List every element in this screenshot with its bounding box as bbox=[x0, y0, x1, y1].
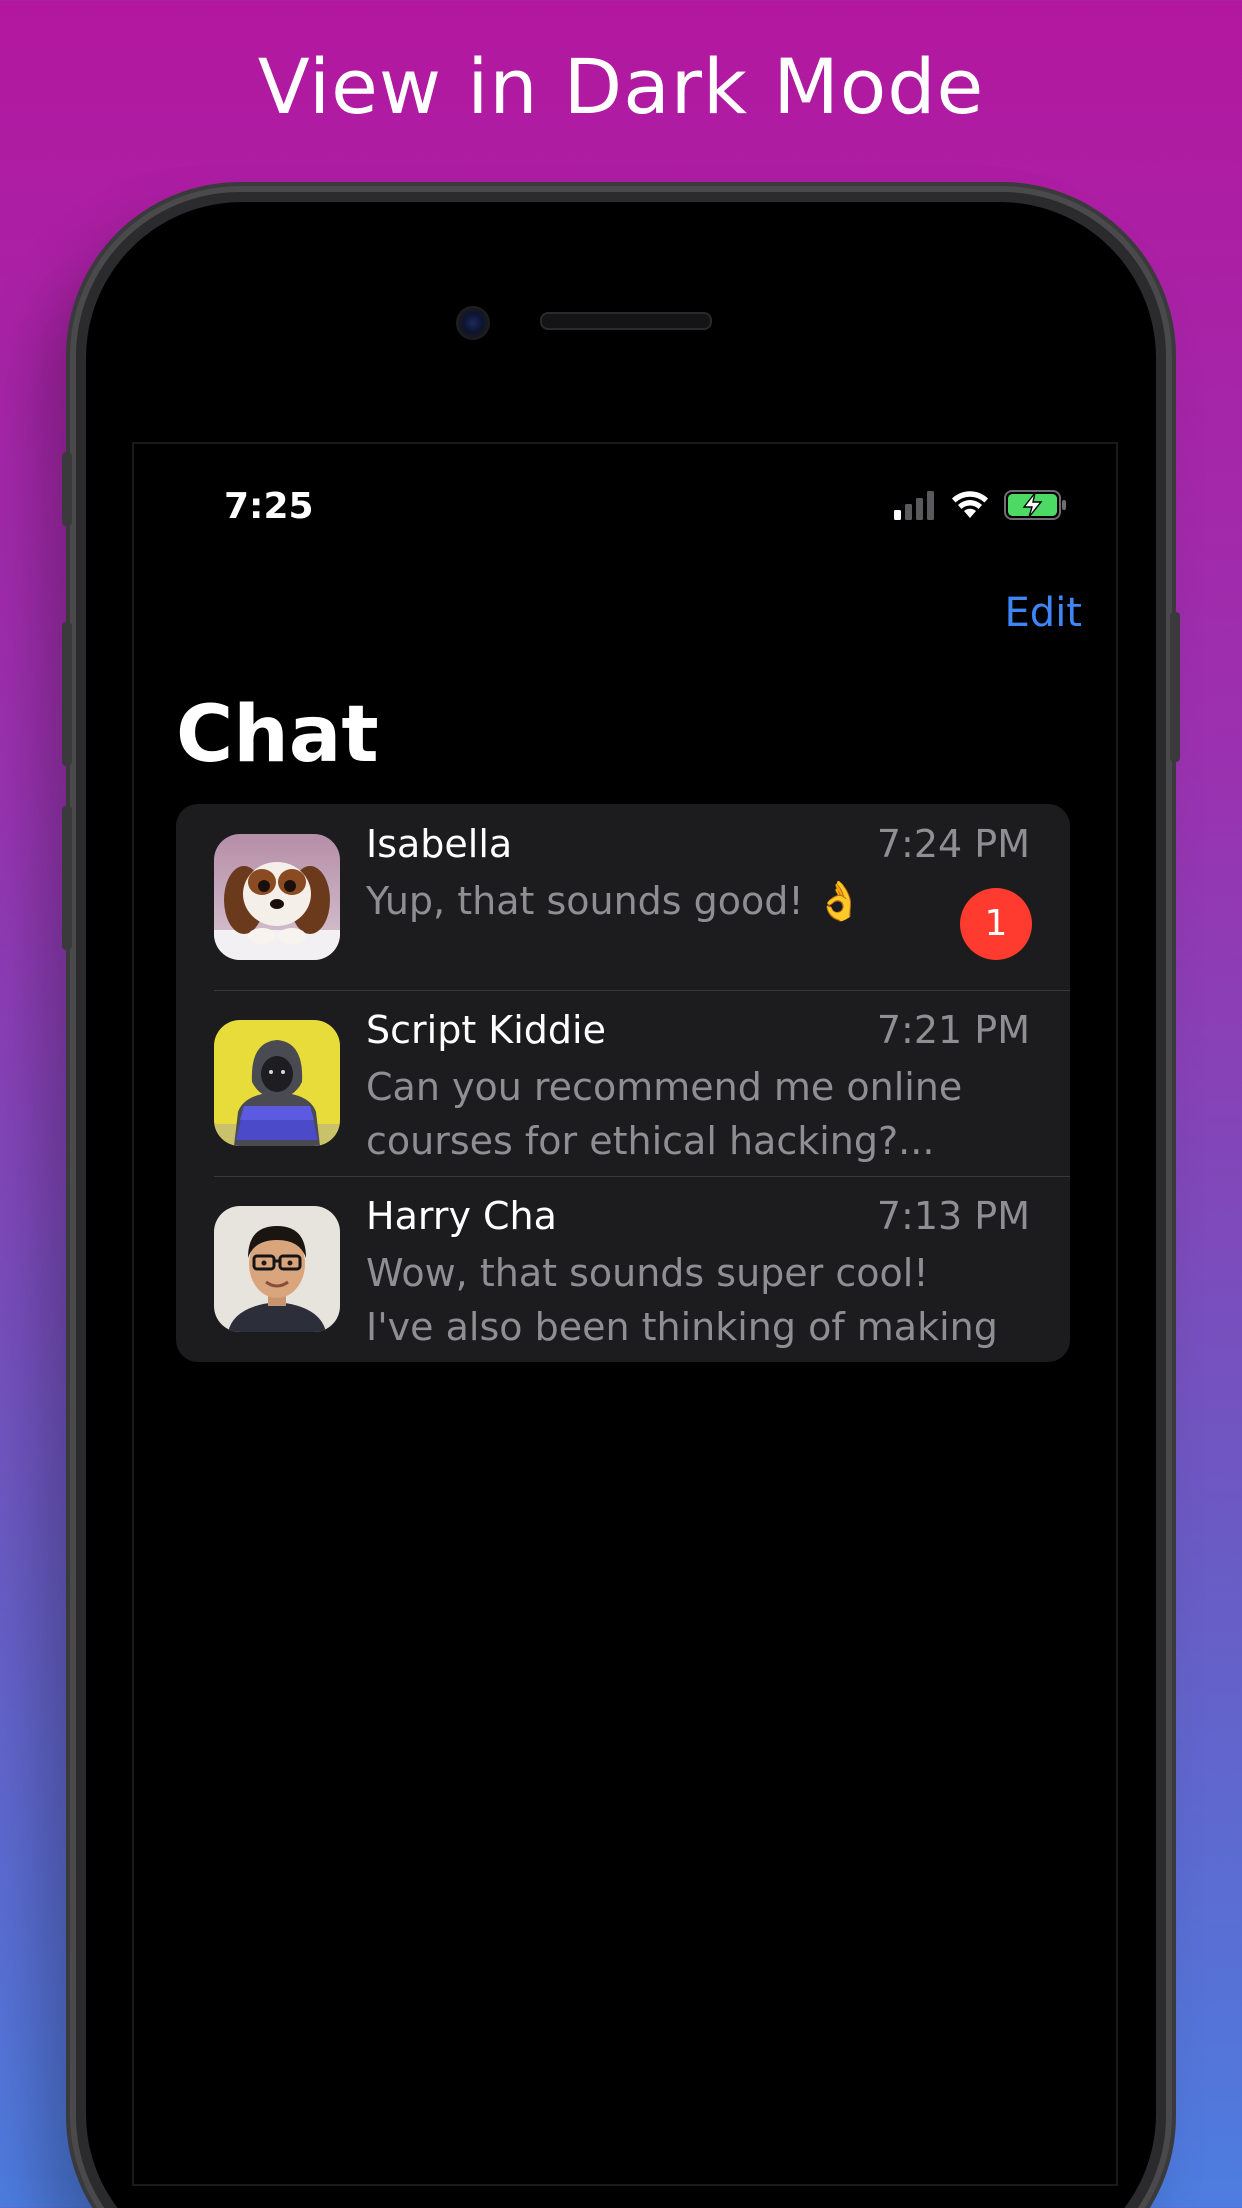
chat-time: 7:24 PM bbox=[876, 822, 1030, 866]
cellular-signal-icon bbox=[894, 490, 936, 524]
chat-name: Isabella bbox=[366, 822, 513, 866]
person-avatar bbox=[214, 1206, 340, 1332]
front-camera-icon bbox=[456, 306, 490, 340]
chat-name: Harry Cha bbox=[366, 1194, 557, 1238]
status-icons bbox=[894, 490, 1068, 524]
wifi-icon bbox=[950, 490, 990, 524]
earpiece-speaker bbox=[540, 312, 712, 330]
mute-switch bbox=[62, 452, 72, 526]
phone-screen: 7:25 Edit Chat Isabella 7:24 PM Yup, tha… bbox=[132, 442, 1118, 2186]
chat-preview: Can you recommend me online courses for … bbox=[366, 1065, 963, 1163]
volume-down-button bbox=[62, 806, 72, 950]
hooded-hacker-avatar bbox=[214, 1020, 340, 1146]
puppy-avatar bbox=[214, 834, 340, 960]
chat-time: 7:13 PM bbox=[876, 1194, 1030, 1238]
volume-up-button bbox=[62, 622, 72, 766]
banner-title: View in Dark Mode bbox=[257, 42, 985, 131]
chat-list: Isabella 7:24 PM Yup, that sounds good! … bbox=[176, 804, 1070, 1362]
chat-row-harry-cha[interactable]: Harry Cha 7:13 PM Wow, that sounds super… bbox=[176, 1176, 1070, 1362]
page-title: Chat bbox=[176, 690, 379, 780]
chat-time: 7:21 PM bbox=[876, 1008, 1030, 1052]
chat-preview: Yup, that sounds good! 👌 bbox=[366, 879, 864, 923]
chat-preview: Wow, that sounds super cool! I've also b… bbox=[366, 1251, 998, 1362]
chat-row-script-kiddie[interactable]: Script Kiddie 7:21 PM Can you recommend … bbox=[176, 990, 1070, 1176]
edit-button[interactable]: Edit bbox=[1005, 590, 1082, 636]
chat-name: Script Kiddie bbox=[366, 1008, 606, 1052]
status-time: 7:25 bbox=[224, 486, 314, 527]
chat-row-isabella[interactable]: Isabella 7:24 PM Yup, that sounds good! … bbox=[176, 804, 1070, 990]
unread-badge: 1 bbox=[960, 888, 1032, 960]
battery-charging-icon bbox=[1004, 490, 1068, 524]
power-button bbox=[1170, 612, 1180, 762]
